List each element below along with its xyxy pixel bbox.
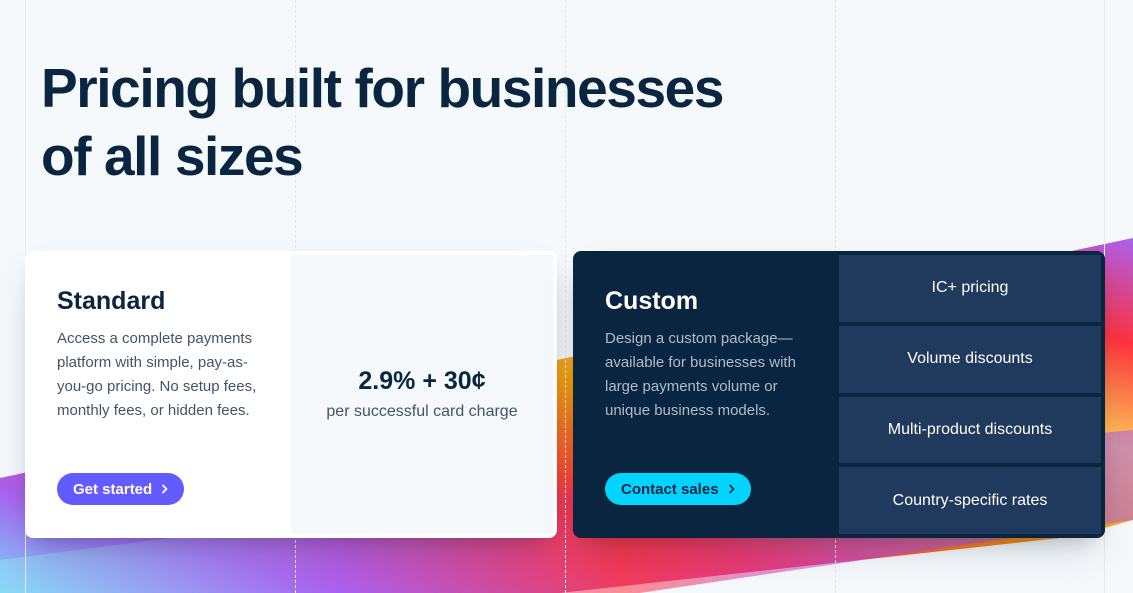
feature-country-specific-rates: Country-specific rates (839, 467, 1101, 534)
feature-volume-discounts: Volume discounts (839, 325, 1101, 393)
custom-card-title: Custom (605, 287, 699, 315)
feature-ic-plus-pricing: IC+ pricing (839, 255, 1101, 322)
standard-card-description: Access a complete payments platform with… (57, 330, 257, 419)
contact-sales-button[interactable]: Contact sales (605, 473, 751, 505)
page-title: Pricing built for businesses of all size… (41, 54, 741, 190)
custom-features-list: IC+ pricing Volume discounts Multi-produ… (839, 255, 1101, 534)
chevron-right-icon (160, 484, 170, 494)
get-started-button-label: Get started (73, 480, 153, 498)
custom-card-info: Custom Design a custom package—available… (605, 285, 815, 423)
standard-price-note: per successful card charge (326, 402, 518, 420)
page-title-line-1: Pricing built for businesses (41, 57, 724, 119)
feature-multi-product-discounts: Multi-product discounts (839, 396, 1101, 464)
chevron-right-icon (727, 484, 737, 494)
standard-card-title: Standard (57, 287, 166, 315)
get-started-button[interactable]: Get started (57, 473, 185, 505)
standard-card-info: Standard Access a complete payments plat… (57, 285, 267, 423)
standard-price-panel: 2.9% + 30¢ per successful card charge (291, 255, 553, 534)
custom-pricing-card: Custom Design a custom package—available… (573, 251, 1105, 538)
contact-sales-button-label: Contact sales (621, 480, 719, 498)
custom-card-description: Design a custom package—available for bu… (605, 330, 796, 419)
page-title-line-2: of all sizes (41, 125, 304, 187)
standard-pricing-card: Standard Access a complete payments plat… (25, 251, 557, 538)
standard-price: 2.9% + 30¢ (358, 366, 486, 395)
